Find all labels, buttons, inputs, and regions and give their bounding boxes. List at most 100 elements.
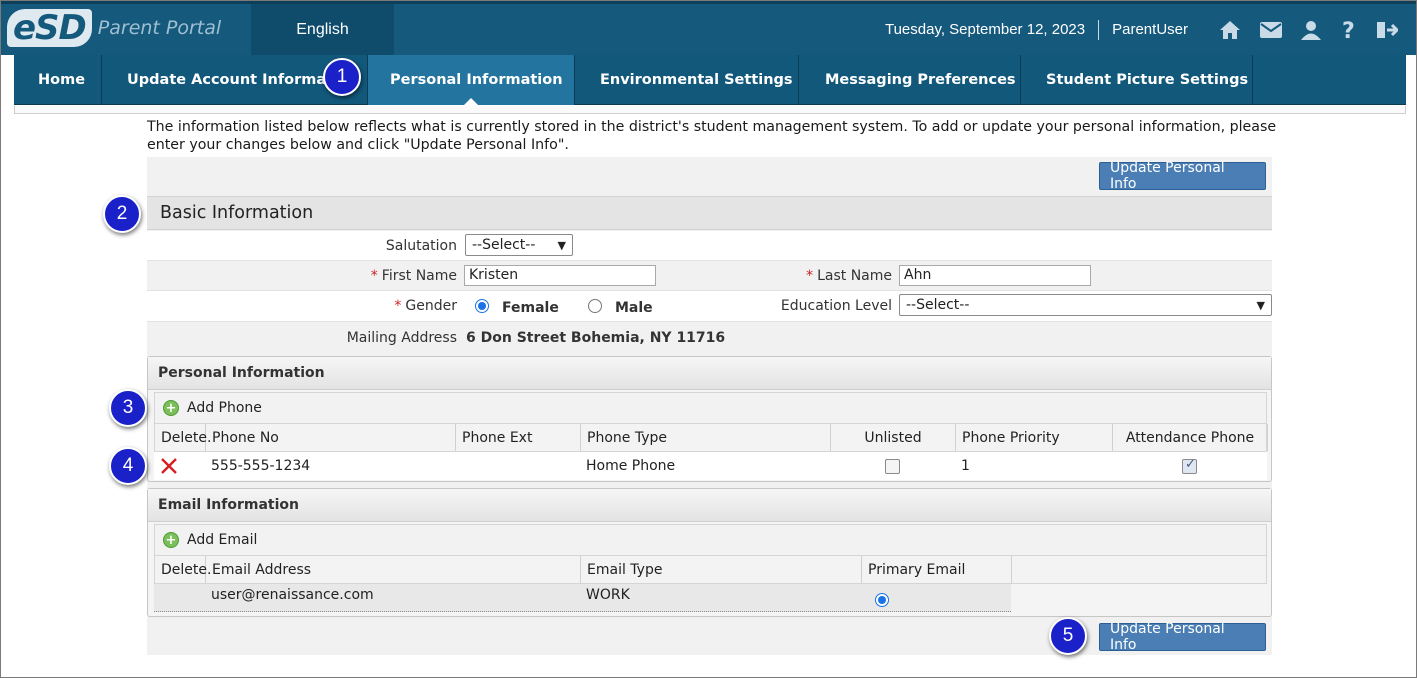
col-email-type: Email Type (581, 556, 862, 583)
email-information-group: Email Information + Add Email Delete. Em… (147, 488, 1272, 617)
callout-1: 1 (323, 58, 361, 96)
add-phone-button[interactable]: Add Phone (187, 400, 262, 416)
salutation-label: Salutation (385, 238, 457, 254)
required-mark: * (370, 268, 378, 284)
email-grid-header: Delete. Email Address Email Type Primary… (154, 556, 1267, 584)
update-personal-info-button-top[interactable]: Update Personal Info (1099, 160, 1266, 192)
logout-icon[interactable] (1376, 20, 1398, 40)
attendance-cell (1112, 452, 1267, 480)
col-attendance-phone: Attendance Phone (1113, 424, 1268, 451)
gender-label: * Gender (147, 298, 457, 314)
add-icon: + (163, 532, 179, 548)
phone-row: 555-555-1234 Home Phone 1 (154, 452, 1267, 480)
unlisted-cell (830, 452, 955, 480)
help-icon[interactable]: ? (1340, 19, 1358, 41)
col-phone-priority: Phone Priority (956, 424, 1113, 451)
primary-email-cell (861, 584, 1011, 612)
gender-male-radio[interactable] (588, 299, 602, 313)
update-personal-info-button-bottom[interactable]: Update Personal Info (1099, 621, 1266, 653)
chevron-down-icon: ▼ (1256, 298, 1265, 312)
main-nav: Home Update Account Informat Personal In… (14, 55, 1406, 106)
col-delete: Delete. (155, 424, 211, 451)
gender-female-radio[interactable] (475, 299, 489, 313)
last-name-label-text: Last Name (817, 268, 892, 284)
last-name-field[interactable]: Ahn (899, 265, 1091, 286)
phone-grid-header: Delete. Phone No Phone Ext Phone Type Un… (154, 424, 1268, 452)
intro-text: The information listed below reflects wh… (147, 119, 1277, 153)
col-phone-ext: Phone Ext (456, 424, 581, 451)
last-name-label: * Last Name (747, 268, 892, 284)
unlisted-checkbox[interactable] (885, 458, 900, 474)
basic-information-heading: Basic Information (147, 196, 1272, 230)
phone-number: 555-555-1234 (211, 458, 311, 474)
salutation-value: --Select-- (472, 237, 536, 253)
tab-home[interactable]: Home (14, 55, 102, 105)
personal-information-title: Personal Information (148, 357, 1271, 390)
required-mark: * (394, 298, 402, 314)
personal-info-form: Update Personal Info Basic Information S… (147, 157, 1272, 655)
attendance-phone-checkbox[interactable] (1182, 457, 1197, 474)
email-type: WORK (586, 587, 630, 603)
callout-3: 3 (109, 389, 147, 427)
col-unlisted: Unlisted (831, 424, 956, 451)
mail-icon[interactable] (1260, 21, 1282, 38)
user-icon[interactable] (1300, 20, 1322, 40)
salutation-select[interactable]: --Select-- ▼ (465, 234, 573, 256)
tab-environmental-settings[interactable]: Environmental Settings (575, 55, 799, 105)
email-toolbar: + Add Email (154, 524, 1267, 556)
phone-ext (455, 452, 580, 480)
language-selector[interactable]: English (251, 4, 394, 55)
portal-window: eSD Parent Portal English Tuesday, Septe… (0, 0, 1417, 678)
education-level-select[interactable]: --Select-- ▼ (899, 294, 1272, 316)
col-primary-email: Primary Email (862, 556, 1012, 583)
tab-messaging-preferences[interactable]: Messaging Preferences (799, 55, 1021, 105)
tab-personal-information[interactable]: Personal Information (368, 55, 575, 106)
phone-type: Home Phone (586, 458, 676, 474)
callout-4: 4 (109, 447, 147, 485)
education-level-value: --Select-- (906, 297, 970, 313)
salutation-row: Salutation --Select-- ▼ (147, 231, 1272, 261)
gender-female-label: Female (502, 300, 559, 316)
col-email-address: Email Address (206, 556, 581, 583)
divider (1098, 19, 1100, 40)
mailing-address-value: 6 Don Street Bohemia, NY 11716 (466, 330, 726, 346)
current-date: Tuesday, September 12, 2023 (884, 21, 1086, 38)
user-name[interactable]: ParentUser (1112, 21, 1188, 38)
nav-underline (14, 106, 1406, 114)
callout-2: 2 (103, 195, 141, 233)
logo-mark: eSD (7, 9, 92, 47)
name-row: * First Name Kristen * Last Name Ahn (147, 261, 1272, 291)
gender-male-label: Male (615, 300, 653, 316)
logo-text: Parent Portal (97, 17, 222, 39)
callout-5: 5 (1049, 617, 1087, 655)
user-area: Tuesday, September 12, 2023 ParentUser ? (885, 4, 1398, 55)
svg-text:?: ? (1342, 19, 1355, 41)
delete-icon[interactable] (154, 452, 205, 480)
first-name-label: * First Name (147, 268, 457, 284)
top-bar: eSD Parent Portal English Tuesday, Septe… (1, 1, 1416, 55)
gender-row: * Gender Female Male Education Level --Se… (147, 291, 1272, 322)
col-phone-type: Phone Type (581, 424, 831, 451)
phone-toolbar: + Add Phone (154, 392, 1267, 424)
portal-logo[interactable]: eSD Parent Portal (7, 8, 221, 48)
primary-email-radio[interactable] (875, 593, 889, 607)
add-email-button[interactable]: Add Email (187, 532, 257, 548)
top-icons: ? (1218, 19, 1398, 41)
chevron-down-icon: ▼ (557, 238, 566, 252)
gender-label-text: Gender (405, 298, 457, 314)
tab-student-picture-settings[interactable]: Student Picture Settings (1021, 55, 1253, 105)
first-name-label-text: First Name (381, 268, 457, 284)
email-address: user@renaissance.com (211, 587, 374, 603)
mailing-address-label: Mailing Address (346, 330, 457, 346)
personal-information-group: Personal Information + Add Phone Delete.… (147, 356, 1272, 482)
add-icon: + (163, 400, 179, 416)
col-delete: Delete. (155, 556, 211, 583)
education-level-label: Education Level (780, 298, 892, 314)
col-phone-no: Phone No (206, 424, 456, 451)
email-row: user@renaissance.com WORK (154, 584, 1267, 612)
first-name-field[interactable]: Kristen (464, 265, 656, 286)
email-information-title: Email Information (148, 489, 1271, 522)
mailing-address-row: Mailing Address 6 Don Street Bohemia, NY… (147, 322, 1272, 354)
home-icon[interactable] (1218, 19, 1242, 41)
required-mark: * (806, 268, 814, 284)
